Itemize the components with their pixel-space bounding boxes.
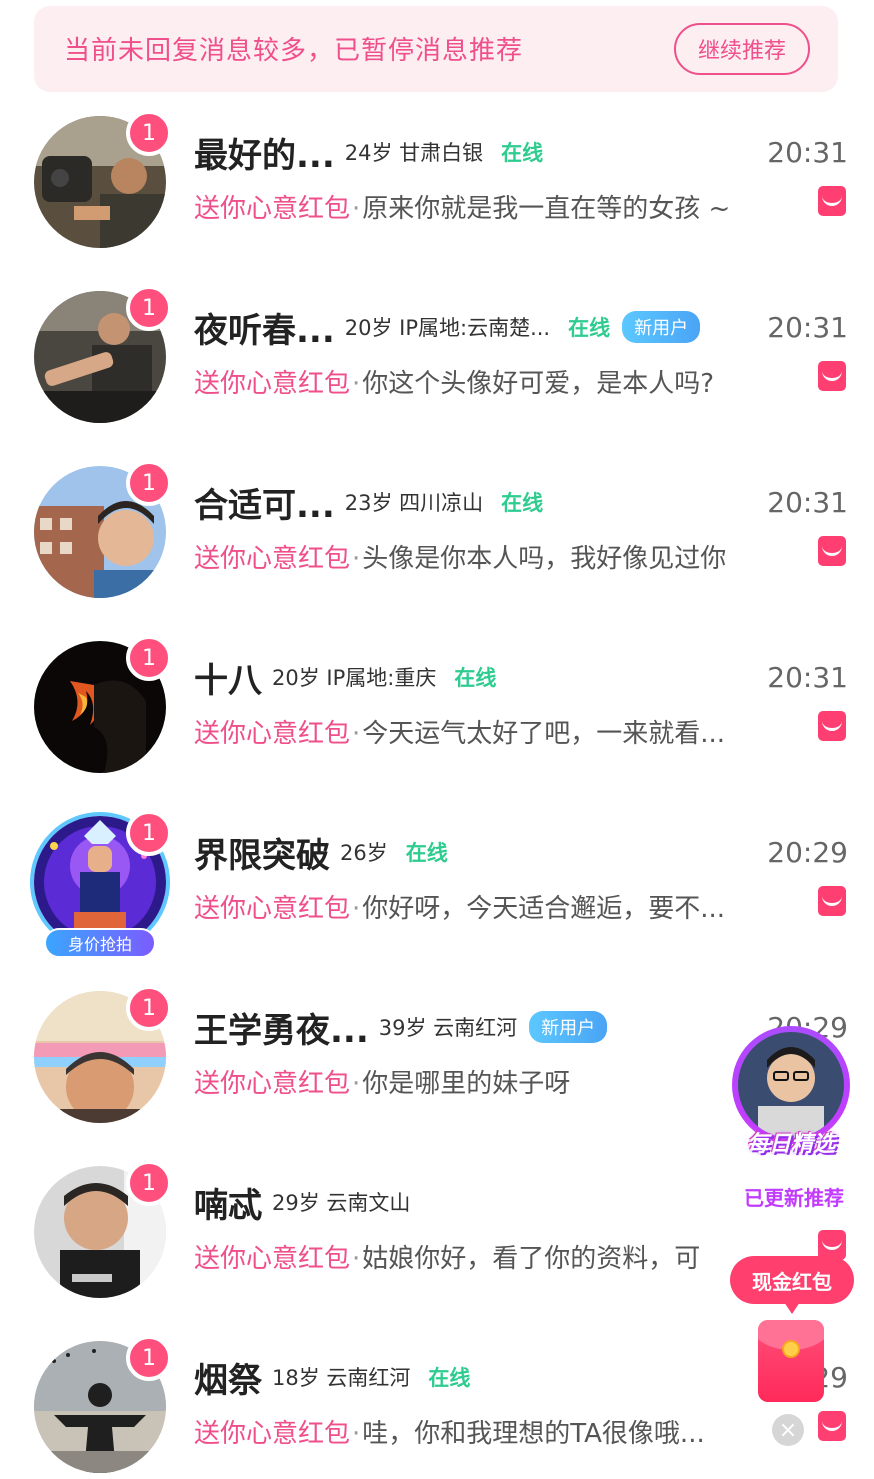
contact-meta: 24岁 甘肃白银 xyxy=(344,141,484,165)
daily-picks-title: 每日精选 xyxy=(746,1132,835,1157)
message-preview: 送你心意红包·哇，你和我理想的TA很像哦... xyxy=(194,1413,705,1450)
row-header: 合适可... 23岁 四川凉山 在线 xyxy=(194,480,544,526)
gift-label: 送你心意红包 xyxy=(194,1419,351,1449)
row-header: 最好的... 24岁 甘肃白银 在线 xyxy=(194,130,544,176)
contact-name: 界限突破 xyxy=(194,835,330,876)
red-packet-icon[interactable] xyxy=(818,711,846,741)
message-preview: 送你心意红包·你好呀，今天适合邂逅，要不... xyxy=(194,888,725,925)
contact-meta: 23岁 四川凉山 xyxy=(344,491,484,515)
online-status: 在线 xyxy=(428,1366,471,1390)
message-text: 你这个头像好可爱，是本人吗? xyxy=(362,369,715,399)
separator: · xyxy=(352,1244,361,1274)
contact-meta: 26岁 xyxy=(340,841,388,865)
unread-badge: 1 xyxy=(126,460,172,506)
separator: · xyxy=(352,719,361,749)
chat-row[interactable]: 身价抢拍 1 界限突破 26岁 在线 20:29 送你心意红包·你好呀，今天适合… xyxy=(0,810,874,985)
message-time: 20:31 xyxy=(767,311,848,344)
contact-name: 最好的... xyxy=(194,135,335,176)
gift-label: 送你心意红包 xyxy=(194,544,351,574)
gift-label: 送你心意红包 xyxy=(194,369,351,399)
message-time: 20:31 xyxy=(767,661,848,694)
contact-meta: 20岁 IP属地:重庆 xyxy=(272,666,437,690)
unread-badge: 1 xyxy=(126,1160,172,1206)
message-preview: 送你心意红包·你这个头像好可爱，是本人吗? xyxy=(194,363,714,400)
unread-badge: 1 xyxy=(126,985,172,1031)
chat-row[interactable]: 1 合适可... 23岁 四川凉山 在线 20:31 送你心意红包·头像是你本人… xyxy=(0,460,874,635)
message-time: 20:31 xyxy=(767,486,848,519)
chat-row[interactable]: 1 最好的... 24岁 甘肃白银 在线 20:31 送你心意红包·原来你就是我… xyxy=(0,110,874,285)
new-user-badge: 新用户 xyxy=(622,311,701,343)
message-preview: 送你心意红包·头像是你本人吗，我好像见过你 xyxy=(194,538,726,575)
online-status: 在线 xyxy=(405,841,448,865)
gift-label: 送你心意红包 xyxy=(194,719,351,749)
contact-name: 喃忒 xyxy=(194,1185,262,1226)
online-status: 在线 xyxy=(568,316,611,340)
row-header: 界限突破 26岁 在线 xyxy=(194,830,448,876)
online-status: 在线 xyxy=(501,141,544,165)
message-preview: 送你心意红包·你是哪里的妹子呀 xyxy=(194,1063,570,1100)
red-envelope-icon[interactable] xyxy=(758,1320,824,1402)
gift-label: 送你心意红包 xyxy=(194,194,351,224)
contact-meta: 39岁 云南红河 xyxy=(378,1016,518,1040)
separator: · xyxy=(352,194,361,224)
gift-label: 送你心意红包 xyxy=(194,894,351,924)
message-text: 头像是你本人吗，我好像见过你 xyxy=(362,544,727,574)
chat-row[interactable]: 1 十八 20岁 IP属地:重庆 在线 20:31 送你心意红包·今天运气太好了… xyxy=(0,635,874,810)
unread-badge: 1 xyxy=(126,1335,172,1381)
chat-row[interactable]: 1 夜听春... 20岁 IP属地:云南楚... 在线 新用户 20:31 送你… xyxy=(0,285,874,460)
new-user-badge: 新用户 xyxy=(529,1011,608,1043)
row-header: 烟祭 18岁 云南红河 在线 xyxy=(194,1355,471,1401)
message-text: 姑娘你好，看了你的资料，可 xyxy=(362,1244,701,1274)
message-time: 20:31 xyxy=(767,136,848,169)
row-header: 王学勇夜... 39岁 云南红河 新用户 xyxy=(194,1005,608,1051)
message-text: 原来你就是我一直在等的女孩 ~ xyxy=(362,194,731,224)
frame-tag: 身价抢拍 xyxy=(44,928,156,958)
online-status: 在线 xyxy=(454,666,497,690)
contact-meta: 18岁 云南红河 xyxy=(272,1366,411,1390)
unread-badge: 1 xyxy=(126,110,172,156)
message-text: 今天运气太好了吧，一来就看... xyxy=(362,719,726,749)
message-preview: 送你心意红包·原来你就是我一直在等的女孩 ~ xyxy=(194,188,730,225)
separator: · xyxy=(352,544,361,574)
unread-badge: 1 xyxy=(126,635,172,681)
separator: · xyxy=(352,369,361,399)
daily-picks-float[interactable]: 每日精选 已更新推荐 xyxy=(724,1022,864,1212)
banner-text: 当前未回复消息较多，已暂停消息推荐 xyxy=(64,36,524,66)
contact-name: 夜听春... xyxy=(194,310,335,351)
contact-name: 十八 xyxy=(194,660,262,701)
contact-name: 合适可... xyxy=(194,485,335,526)
row-header: 喃忒 29岁 云南文山 xyxy=(194,1180,411,1226)
gift-label: 送你心意红包 xyxy=(194,1244,351,1274)
row-header: 夜听春... 20岁 IP属地:云南楚... 在线 新用户 xyxy=(194,305,701,351)
row-header: 十八 20岁 IP属地:重庆 在线 xyxy=(194,655,497,701)
message-text: 哇，你和我理想的TA很像哦... xyxy=(362,1419,705,1449)
separator: · xyxy=(352,1419,361,1449)
red-packet-icon[interactable] xyxy=(818,186,846,216)
red-packet-icon[interactable] xyxy=(818,536,846,566)
continue-recommend-button[interactable]: 继续推荐 xyxy=(674,23,810,75)
message-preview: 送你心意红包·今天运气太好了吧，一来就看... xyxy=(194,713,725,750)
gift-label: 送你心意红包 xyxy=(194,1069,351,1099)
coin-icon xyxy=(782,1340,800,1358)
daily-picks-subtitle: 已更新推荐 xyxy=(724,1182,864,1211)
paused-recommend-banner: 当前未回复消息较多，已暂停消息推荐 继续推荐 xyxy=(34,6,838,92)
red-packet-icon[interactable] xyxy=(818,361,846,391)
cash-red-packet-label[interactable]: 现金红包 xyxy=(730,1256,854,1314)
unread-badge: 1 xyxy=(126,285,172,331)
message-preview: 送你心意红包·姑娘你好，看了你的资料，可 xyxy=(194,1238,700,1275)
cash-red-packet-float[interactable]: 现金红包 × xyxy=(728,1252,858,1452)
contact-name: 王学勇夜... xyxy=(194,1010,369,1051)
contact-meta: 20岁 IP属地:云南楚... xyxy=(344,316,551,340)
separator: · xyxy=(352,894,361,924)
message-text: 你好呀，今天适合邂逅，要不... xyxy=(362,894,726,924)
unread-badge: 1 xyxy=(126,810,172,856)
message-time: 20:29 xyxy=(767,836,848,869)
message-text: 你是哪里的妹子呀 xyxy=(362,1069,571,1099)
contact-name: 烟祭 xyxy=(194,1360,262,1401)
contact-meta: 29岁 云南文山 xyxy=(272,1191,411,1215)
close-icon[interactable]: × xyxy=(772,1414,804,1446)
online-status: 在线 xyxy=(501,491,544,515)
separator: · xyxy=(352,1069,361,1099)
red-packet-icon[interactable] xyxy=(818,886,846,916)
